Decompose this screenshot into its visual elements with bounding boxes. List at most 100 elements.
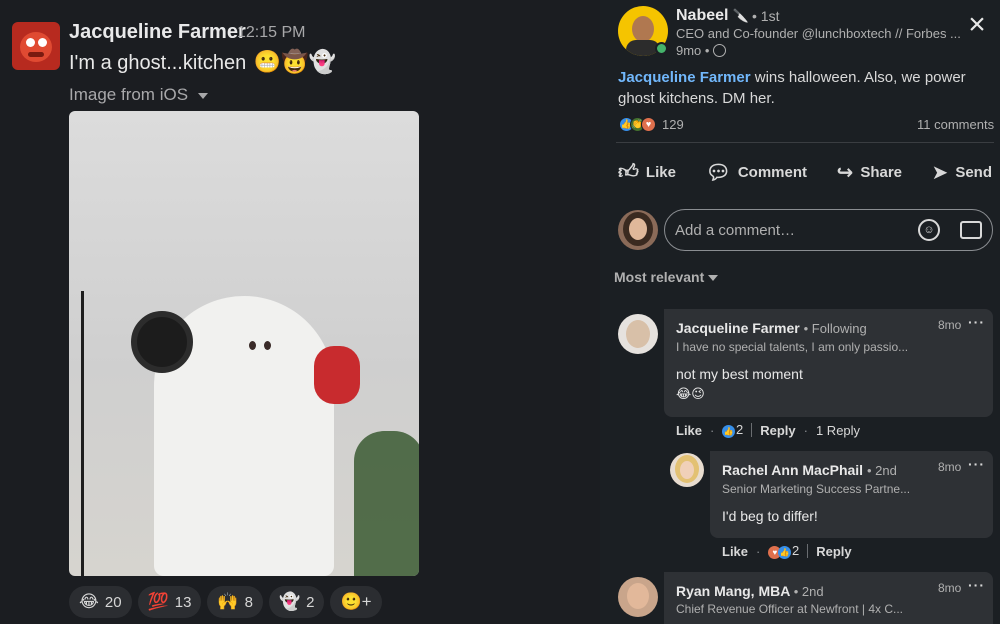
share-label: Share: [860, 163, 903, 181]
connection-degree: • 1st: [752, 8, 780, 24]
reaction-count: 2: [306, 593, 315, 611]
thumbs-up-icon: 👍︎: [618, 161, 639, 183]
post-age: 9mo •: [676, 43, 727, 58]
sender-name[interactable]: Jacqueline Farmer: [69, 21, 246, 44]
commenter-avatar[interactable]: [618, 577, 658, 617]
comment-reaction-count: 2: [791, 543, 800, 558]
sort-label: Most relevant: [614, 269, 705, 285]
reaction-count[interactable]: 129: [662, 117, 684, 132]
mention-link[interactable]: Jacqueline Farmer: [618, 69, 751, 86]
comment-button[interactable]: 💬︎ Comment: [705, 156, 807, 188]
comment-time: 8mo: [938, 581, 962, 595]
commenter-name-text: Ryan Mang, MBA: [676, 583, 790, 599]
ghost-emoji-icon: 👻: [278, 592, 301, 611]
like-reaction-icon: 👍: [778, 546, 792, 559]
comment-emojis: 😂😉: [676, 386, 705, 401]
like-label: Like: [645, 163, 676, 181]
post-actions: 👍︎ Like 💬︎ Comment ↪ Share ➤ Send: [618, 156, 992, 188]
replies-link[interactable]: 1 Reply: [816, 423, 860, 438]
commenter-name-text: Rachel Ann MacPhail: [722, 462, 864, 478]
message-time[interactable]: 12:15 PM: [237, 24, 305, 42]
comment-time: 8mo: [938, 460, 962, 474]
commenter-headline: Chief Revenue Officer at Newfront | 4x C…: [676, 602, 903, 616]
current-user-avatar[interactable]: [618, 210, 658, 250]
message-text: I'm a ghost...kitchen 😬🤠👻: [69, 49, 336, 75]
post-age-text: 9mo •: [676, 43, 710, 58]
comment-actions: Like · ♥ 👍 2 Reply: [722, 543, 852, 559]
commenter-avatar[interactable]: [670, 453, 704, 487]
reaction-pill[interactable]: 💯 13: [137, 586, 202, 618]
commenter-avatar[interactable]: [618, 314, 658, 354]
comment-reaction-count: 2: [735, 422, 744, 437]
close-icon[interactable]: ×: [962, 10, 992, 40]
more-options-icon[interactable]: ···: [968, 577, 985, 593]
sender-avatar[interactable]: [12, 22, 60, 70]
commenter-name-text: Jacqueline Farmer: [676, 320, 800, 336]
globe-icon: [713, 44, 727, 57]
reaction-bar: 😂 20 💯 13 🙌 8 👻 2 🙂+: [69, 586, 382, 618]
comment-text: not my best moment: [676, 366, 803, 382]
share-icon: ↪: [836, 161, 854, 184]
author-name-text: Nabeel: [676, 7, 729, 24]
like-reaction-icon: 👍: [722, 425, 736, 438]
commenter-name[interactable]: Ryan Mang, MBA • 2nd: [676, 583, 824, 599]
commenter-relation: • Following: [803, 321, 867, 336]
comment-like-button[interactable]: Like: [722, 544, 748, 559]
author-name[interactable]: Nabeel 🔪: [676, 7, 749, 25]
send-icon: ➤: [931, 161, 949, 184]
reaction-pill[interactable]: 🙌 8: [207, 586, 263, 618]
commenter-relation: • 2nd: [793, 584, 824, 599]
image-icon[interactable]: [960, 221, 982, 239]
comment-placeholder: Add a comment…: [675, 221, 796, 239]
more-options-icon[interactable]: ···: [968, 456, 985, 472]
add-reaction-icon: 🙂+: [340, 592, 372, 611]
comment-reactions[interactable]: 👍 2: [722, 422, 743, 438]
raised-hands-emoji-icon: 🙌: [217, 592, 239, 611]
comments-count[interactable]: 11 comments: [917, 117, 994, 132]
more-options-icon[interactable]: ···: [968, 314, 985, 330]
comment-like-button[interactable]: Like: [676, 423, 702, 438]
commenter-name[interactable]: Jacqueline Farmer • Following: [676, 320, 867, 336]
knife-emoji-icon: 🔪: [732, 8, 750, 23]
message-emojis: 😬🤠👻: [253, 49, 336, 74]
online-status-icon: [655, 42, 668, 55]
comment-reactions[interactable]: ♥ 👍 2: [768, 543, 799, 559]
commenter-relation: • 2nd: [866, 463, 897, 478]
comment-input[interactable]: Add a comment…: [664, 209, 993, 251]
reaction-count: 8: [244, 593, 253, 611]
commenter-headline: I have no special talents, I am only pas…: [676, 340, 909, 354]
reaction-icons[interactable]: 👍 👏 ♥: [619, 117, 656, 132]
chevron-down-icon: [708, 275, 719, 282]
send-button[interactable]: ➤ Send: [932, 156, 992, 188]
image-attachment-label[interactable]: Image from iOS: [69, 85, 209, 105]
comment-reply-button[interactable]: Reply: [816, 544, 851, 559]
comment-reply-button[interactable]: Reply: [760, 423, 795, 438]
reaction-count: 20: [104, 593, 122, 611]
ghost-photo[interactable]: [69, 111, 419, 576]
comment-text: I'd beg to differ!: [722, 508, 818, 524]
message-body: I'm a ghost...kitchen: [69, 52, 247, 74]
commenter-headline: Senior Marketing Success Partne...: [722, 482, 911, 496]
like-button[interactable]: 👍︎ Like: [618, 156, 676, 188]
reaction-pill[interactable]: 😂 20: [69, 586, 132, 618]
comment-label: Comment: [737, 163, 808, 181]
send-label: Send: [955, 163, 992, 181]
author-headline: CEO and Co-founder @lunchboxtech // Forb…: [676, 26, 961, 41]
comment-actions: Like · 👍 2 Reply · 1 Reply: [676, 422, 861, 438]
comment-time: 8mo: [938, 318, 962, 332]
share-button[interactable]: ↪ Share: [837, 156, 902, 188]
divider: [616, 142, 994, 143]
commenter-name[interactable]: Rachel Ann MacPhail • 2nd: [722, 462, 897, 478]
comment-icon: 💬︎: [705, 161, 731, 184]
reaction-count: 13: [174, 593, 192, 611]
hundred-emoji-icon: 💯: [147, 592, 169, 611]
love-reaction-icon: ♥: [641, 117, 656, 132]
emoji-icon[interactable]: ☺: [918, 219, 940, 241]
laughing-emoji-icon: 😂: [79, 592, 99, 611]
sort-dropdown[interactable]: Most relevant: [614, 269, 719, 285]
chevron-down-icon: [198, 92, 209, 99]
add-reaction-button[interactable]: 🙂+: [330, 586, 382, 618]
reaction-pill[interactable]: 👻 2: [268, 586, 325, 618]
image-label-text: Image from iOS: [69, 85, 189, 104]
post-text: Jacqueline Farmer wins halloween. Also, …: [618, 67, 988, 109]
